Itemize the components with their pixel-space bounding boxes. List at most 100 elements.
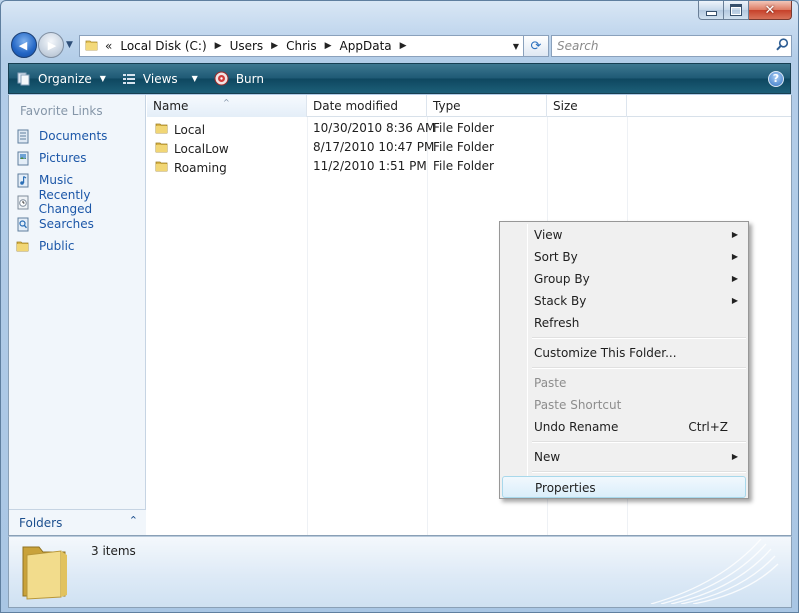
file-date: 10/30/2010 8:36 AM bbox=[313, 121, 436, 135]
menu-item-paste-shortcut: Paste Shortcut bbox=[502, 394, 746, 416]
menu-item-label: Properties bbox=[535, 481, 596, 495]
menu-item-label: New bbox=[534, 450, 561, 464]
folder-icon bbox=[155, 140, 169, 157]
menu-item-stack-by[interactable]: Stack By ▶ bbox=[502, 290, 746, 312]
menu-item-label: View bbox=[534, 228, 563, 242]
file-type: File Folder bbox=[433, 159, 494, 173]
favorite-link-label: Pictures bbox=[39, 151, 87, 165]
submenu-arrow-icon: ▶ bbox=[731, 274, 738, 283]
favorite-link-label: Recently Changed bbox=[38, 188, 93, 216]
column-header-size[interactable]: Size bbox=[547, 95, 627, 117]
pictures-icon bbox=[15, 150, 31, 166]
documents-icon bbox=[15, 128, 31, 144]
address-dropdown-icon[interactable]: ▼ bbox=[508, 36, 524, 56]
file-date: 8/17/2010 10:47 PM bbox=[313, 140, 435, 154]
breadcrumb-separator-icon[interactable]: ▶ bbox=[271, 41, 278, 51]
favorite-link-public[interactable]: Public bbox=[15, 237, 75, 255]
column-header-label: Date modified bbox=[313, 99, 399, 113]
file-row[interactable]: Local 10/30/2010 8:36 AM File Folder bbox=[147, 119, 627, 138]
file-name: Roaming bbox=[174, 160, 227, 175]
file-row[interactable]: Roaming 11/2/2010 1:51 PM File Folder bbox=[147, 157, 627, 176]
column-header-type[interactable]: Type bbox=[427, 95, 547, 117]
favorite-link-music[interactable]: Music bbox=[15, 171, 73, 189]
menu-item-label: Paste Shortcut bbox=[534, 398, 622, 412]
menu-item-label: Sort By bbox=[534, 250, 578, 264]
favorite-link-recently-changed[interactable]: Recently Changed bbox=[15, 188, 145, 216]
public-folder-icon bbox=[15, 238, 31, 254]
breadcrumb-separator-icon[interactable]: ▶ bbox=[325, 41, 332, 51]
burn-button[interactable]: Burn bbox=[206, 64, 272, 93]
recently-changed-icon bbox=[15, 194, 31, 210]
recent-pages-dropdown[interactable]: ▼ bbox=[66, 40, 76, 50]
breadcrumb-local-disk[interactable]: Local Disk (C:) bbox=[120, 39, 206, 53]
music-icon bbox=[15, 172, 31, 188]
chevron-up-icon: ⌃ bbox=[128, 514, 138, 527]
search-icon[interactable] bbox=[773, 37, 791, 55]
file-name: LocalLow bbox=[174, 141, 229, 156]
command-bar: Organize ▼ Views ▼ Burn ? bbox=[8, 63, 791, 94]
file-date: 11/2/2010 1:51 PM bbox=[313, 159, 427, 173]
breadcrumb-separator-icon[interactable]: ▶ bbox=[215, 41, 222, 51]
menu-item-label: Paste bbox=[534, 376, 567, 390]
search-input[interactable] bbox=[557, 37, 773, 55]
forward-button[interactable]: ▶ bbox=[38, 32, 64, 58]
refresh-button[interactable]: ⟳ bbox=[523, 35, 549, 57]
caption-buttons: ✕ bbox=[698, 1, 792, 20]
searches-icon bbox=[15, 216, 31, 232]
file-name-cell: Local bbox=[155, 121, 205, 138]
views-button[interactable]: Views ▼ bbox=[114, 64, 206, 93]
item-count: 3 items bbox=[91, 544, 136, 558]
menu-item-properties[interactable]: Properties bbox=[502, 476, 746, 498]
menu-item-sort-by[interactable]: Sort By ▶ bbox=[502, 246, 746, 268]
submenu-arrow-icon: ▶ bbox=[731, 230, 738, 239]
menu-item-new[interactable]: New ▶ bbox=[502, 446, 746, 468]
favorite-link-pictures[interactable]: Pictures bbox=[15, 149, 87, 167]
close-icon: ✕ bbox=[764, 2, 776, 18]
menu-item-label: Group By bbox=[534, 272, 590, 286]
minimize-button[interactable] bbox=[698, 1, 724, 20]
menu-item-undo-rename[interactable]: Undo Rename Ctrl+Z bbox=[502, 416, 746, 438]
views-label: Views bbox=[142, 71, 178, 86]
large-folder-icon bbox=[17, 541, 73, 604]
maximize-button[interactable] bbox=[724, 1, 749, 20]
menu-item-view[interactable]: View ▶ bbox=[502, 224, 746, 246]
context-menu: View ▶ Sort By ▶ Group By ▶ Stack By ▶ R… bbox=[499, 221, 749, 499]
breadcrumb-chris[interactable]: Chris bbox=[286, 39, 317, 53]
column-header-label: Size bbox=[553, 99, 578, 113]
breadcrumb-overflow[interactable]: « bbox=[105, 39, 112, 53]
file-type: File Folder bbox=[433, 140, 494, 154]
back-button[interactable]: ◀ bbox=[11, 32, 37, 58]
organize-label: Organize bbox=[38, 71, 92, 86]
menu-item-paste: Paste bbox=[502, 372, 746, 394]
organize-button[interactable]: Organize ▼ bbox=[9, 64, 114, 93]
menu-item-group-by[interactable]: Group By ▶ bbox=[502, 268, 746, 290]
search-box[interactable] bbox=[551, 35, 792, 57]
chevron-down-icon: ▼ bbox=[66, 40, 73, 50]
file-row[interactable]: LocalLow 8/17/2010 10:47 PM File Folder bbox=[147, 138, 627, 157]
menu-item-label: Customize This Folder... bbox=[534, 346, 677, 360]
menu-separator bbox=[532, 367, 746, 369]
favorite-link-documents[interactable]: Documents bbox=[15, 127, 107, 145]
help-button[interactable]: ? bbox=[768, 71, 784, 87]
favorite-link-searches[interactable]: Searches bbox=[15, 215, 94, 233]
breadcrumb-appdata[interactable]: AppData bbox=[340, 39, 392, 53]
breadcrumb-separator-icon[interactable]: ▶ bbox=[400, 41, 407, 51]
menu-item-customize-folder[interactable]: Customize This Folder... bbox=[502, 342, 746, 364]
address-bar[interactable]: « Local Disk (C:) ▶ Users ▶ Chris ▶ AppD… bbox=[79, 35, 525, 57]
column-header-date-modified[interactable]: Date modified bbox=[307, 95, 427, 117]
folder-icon bbox=[155, 159, 169, 176]
close-button[interactable]: ✕ bbox=[749, 1, 792, 20]
column-header-label: Name bbox=[153, 99, 189, 113]
decorative-swoosh bbox=[641, 537, 781, 607]
column-header-name[interactable]: ^ Name bbox=[147, 95, 307, 117]
menu-item-refresh[interactable]: Refresh bbox=[502, 312, 746, 334]
folders-toggle[interactable]: Folders ⌃ bbox=[9, 509, 146, 535]
breadcrumb-users[interactable]: Users bbox=[230, 39, 264, 53]
submenu-arrow-icon: ▶ bbox=[731, 452, 738, 461]
menu-separator bbox=[532, 441, 746, 443]
favorite-link-label: Searches bbox=[39, 217, 94, 231]
navigation-bar: ◀ ▶ ▼ « Local Disk (C:) ▶ Users ▶ Chris … bbox=[9, 31, 792, 59]
favorite-link-label: Music bbox=[39, 173, 74, 187]
menu-item-shortcut: Ctrl+Z bbox=[688, 420, 728, 434]
views-icon bbox=[122, 72, 136, 86]
